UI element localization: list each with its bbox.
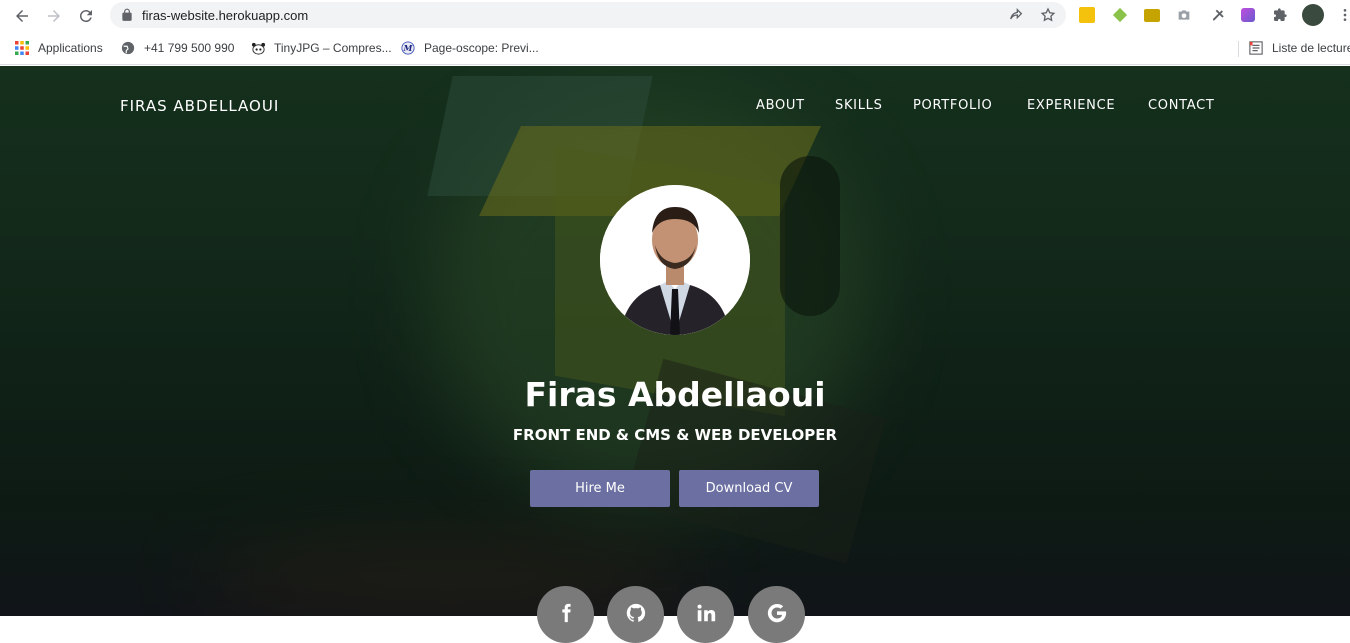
reading-list[interactable]: Liste de lecture: [1248, 39, 1350, 57]
hero-section: [0, 66, 1350, 616]
facebook-icon: [561, 603, 571, 622]
puzzle-icon[interactable]: [1271, 6, 1289, 24]
reading-list-icon: [1248, 40, 1264, 56]
linkedin-link[interactable]: [677, 586, 734, 643]
google-icon: [767, 603, 786, 622]
bookmark-label: Applications: [38, 41, 103, 55]
background-cube: [780, 156, 840, 316]
bookmarks-bar: Applications +41 799 500 990 TinyJPG – C…: [0, 31, 1350, 65]
url-text: firas-website.herokuapp.com: [142, 8, 309, 23]
github-link[interactable]: [607, 586, 664, 643]
extension-notes-icon[interactable]: [1078, 6, 1096, 24]
share-icon[interactable]: [1008, 7, 1024, 23]
nav-experience[interactable]: EXPERIENCE: [1027, 98, 1115, 113]
arrow-right-icon: [48, 10, 60, 22]
facebook-link[interactable]: [537, 586, 594, 643]
apps-grid-icon: [14, 40, 30, 56]
bookmark-label: +41 799 500 990: [144, 41, 235, 55]
nav-contact[interactable]: CONTACT: [1148, 98, 1215, 113]
address-bar[interactable]: firas-website.herokuapp.com: [110, 2, 1066, 28]
page-footer-strip: [0, 616, 1350, 636]
linkedin-icon: [697, 604, 715, 621]
star-icon[interactable]: [1040, 7, 1056, 23]
extension-purple-icon[interactable]: [1239, 6, 1257, 24]
eyedropper-icon[interactable]: [1208, 6, 1226, 24]
download-cv-button[interactable]: Download CV: [679, 470, 819, 507]
panda-icon: [250, 40, 266, 56]
nav-skills[interactable]: SKILLS: [835, 98, 883, 113]
extension-gem-icon[interactable]: [1111, 6, 1129, 24]
hire-me-button[interactable]: Hire Me: [530, 470, 670, 507]
reload-icon: [79, 10, 92, 23]
reload-button[interactable]: [74, 4, 98, 28]
bookmark-applications[interactable]: Applications: [14, 39, 103, 57]
profile-photo: [600, 185, 750, 335]
arrow-left-icon: [16, 10, 28, 22]
globe-icon: [120, 40, 136, 56]
bookmark-label: TinyJPG – Compres...: [274, 41, 392, 55]
hero-role: FRONT END & CMS & WEB DEVELOPER: [512, 426, 838, 444]
menu-dots-icon[interactable]: [1336, 6, 1350, 24]
back-button[interactable]: [10, 4, 34, 28]
forward-button[interactable]: [42, 4, 66, 28]
svg-text:M: M: [403, 44, 413, 53]
camera-icon[interactable]: [1175, 6, 1193, 24]
bookmark-phone[interactable]: +41 799 500 990: [120, 39, 234, 57]
bookmark-tinyjpg[interactable]: TinyJPG – Compres...: [250, 39, 392, 57]
nav-portfolio[interactable]: PORTFOLIO: [913, 98, 992, 113]
lock-icon: [122, 8, 132, 21]
extension-folder-icon[interactable]: [1143, 6, 1161, 24]
page-oscope-icon: M: [400, 40, 416, 56]
bookmark-label: Page-oscope: Previ...: [424, 41, 539, 55]
hero-name: Firas Abdellaoui: [524, 375, 826, 414]
site-brand[interactable]: FIRAS ABDELLAOUI: [120, 97, 279, 115]
bookmark-page-oscope[interactable]: M Page-oscope: Previ...: [400, 39, 539, 57]
nav-about[interactable]: ABOUT: [756, 98, 805, 113]
github-icon: [626, 603, 645, 622]
profile-avatar-icon[interactable]: [1302, 4, 1324, 26]
reading-list-label: Liste de lecture: [1272, 41, 1350, 55]
browser-toolbar: firas-website.herokuapp.com: [0, 0, 1350, 31]
profile-photo-graphic: [600, 185, 750, 335]
bookmark-divider: [1238, 41, 1239, 57]
google-link[interactable]: [748, 586, 805, 643]
